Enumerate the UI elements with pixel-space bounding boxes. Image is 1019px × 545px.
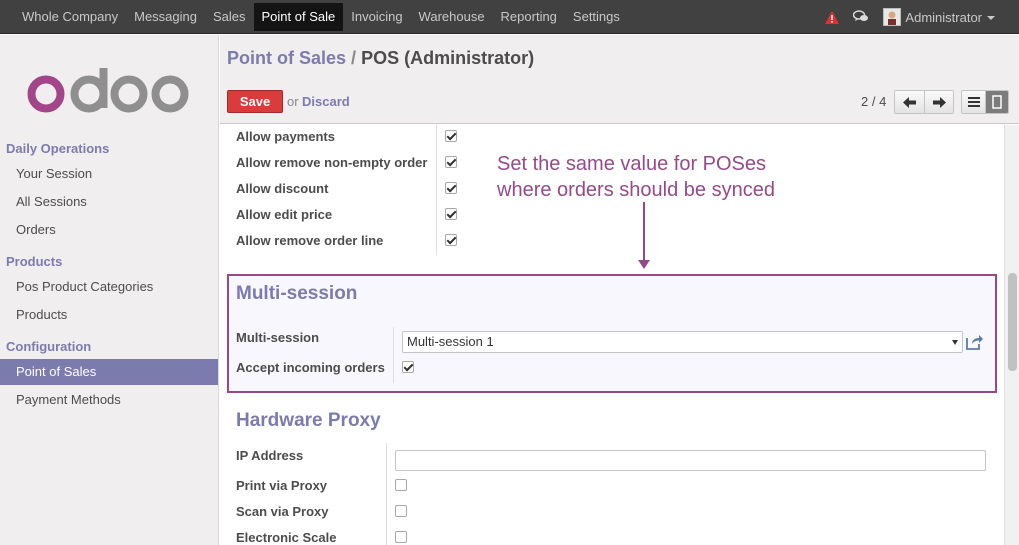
external-link-icon[interactable] <box>966 334 984 350</box>
menu-whole-company[interactable]: Whole Company <box>14 3 126 31</box>
allow-payments-checkbox[interactable] <box>445 130 457 142</box>
breadcrumb: Point of Sales / POS (Administrator) <box>227 48 534 69</box>
menu-invoicing[interactable]: Invoicing <box>343 3 410 31</box>
accept-incoming-orders-label: Accept incoming orders <box>236 360 385 375</box>
sidebar-item-orders[interactable]: Orders <box>0 217 218 243</box>
allow-remove-order-line-checkbox[interactable] <box>445 234 457 246</box>
annotation-arrow-head <box>638 260 650 269</box>
allow-discount-checkbox[interactable] <box>445 182 457 194</box>
odoo-logo[interactable] <box>24 68 192 114</box>
avatar[interactable] <box>883 8 902 26</box>
breadcrumb-separator: / <box>351 48 357 68</box>
form-sheet: Allow payments Allow remove non-empty or… <box>220 125 1004 545</box>
user-name[interactable]: Administrator <box>905 10 982 25</box>
scan-via-proxy-checkbox[interactable] <box>395 505 407 517</box>
electronic-scale-checkbox[interactable] <box>395 531 407 543</box>
ip-address-input[interactable] <box>395 450 986 471</box>
warning-icon[interactable] <box>825 10 840 24</box>
form-view-button[interactable] <box>985 91 1008 113</box>
label-divider <box>436 125 437 255</box>
allow-payments-label: Allow payments <box>236 129 335 144</box>
electronic-scale-label: Electronic Scale <box>236 530 337 545</box>
sidebar-section-configuration: Configuration <box>6 339 92 354</box>
top-menu: Whole Company Messaging Sales Point of S… <box>14 3 628 31</box>
sidebar-item-payment-methods[interactable]: Payment Methods <box>0 387 218 413</box>
allow-edit-price-label: Allow edit price <box>236 207 333 222</box>
user-area: Administrator <box>825 0 1019 34</box>
save-button[interactable]: Save <box>227 90 283 113</box>
sidebar-item-point-of-sales[interactable]: Point of Sales <box>0 359 218 385</box>
multi-session-label: Multi-session <box>236 330 320 345</box>
breadcrumb-current: POS (Administrator) <box>361 48 535 68</box>
annotation-arrow-line <box>643 202 645 262</box>
allow-edit-price-checkbox[interactable] <box>445 208 457 220</box>
scan-via-proxy-label: Scan via Proxy <box>236 504 329 519</box>
sidebar-section-products: Products <box>6 254 63 269</box>
form-icon <box>992 95 1002 109</box>
dropdown-caret-icon <box>952 340 958 345</box>
view-switcher <box>961 90 1009 114</box>
menu-sales[interactable]: Sales <box>205 3 254 31</box>
annotation-line-2: where orders should be synced <box>497 179 775 201</box>
control-panel: Point of Sales / POS (Administrator) Sav… <box>220 35 1019 124</box>
allow-remove-nonempty-order-checkbox[interactable] <box>445 156 457 168</box>
top-navbar: Whole Company Messaging Sales Point of S… <box>0 0 1019 34</box>
sidebar-item-pos-product-categories[interactable]: Pos Product Categories <box>0 274 218 300</box>
sidebar-section-daily-operations: Daily Operations <box>6 141 110 156</box>
chat-icon[interactable] <box>853 10 869 24</box>
accept-incoming-orders-checkbox[interactable] <box>402 361 414 373</box>
pager-buttons <box>894 90 954 114</box>
discard-button[interactable]: Discard <box>302 94 350 109</box>
allow-remove-order-line-label: Allow remove order line <box>236 233 384 248</box>
multi-session-select[interactable]: Multi-session 1 <box>402 331 963 353</box>
annotation-line-1: Set the same value for POSes <box>497 153 767 175</box>
multi-session-value: Multi-session 1 <box>407 334 494 349</box>
sidebar-item-all-sessions[interactable]: All Sessions <box>0 189 218 215</box>
label-divider <box>386 443 387 545</box>
print-via-proxy-checkbox[interactable] <box>395 479 407 491</box>
hardware-proxy-title: Hardware Proxy <box>236 410 381 431</box>
arrow-right-icon <box>932 96 946 108</box>
menu-point-of-sale[interactable]: Point of Sale <box>253 3 344 31</box>
print-via-proxy-label: Print via Proxy <box>236 478 328 493</box>
next-record-button[interactable] <box>924 91 953 113</box>
arrow-left-icon <box>903 96 916 108</box>
ip-address-label: IP Address <box>236 448 304 463</box>
breadcrumb-parent[interactable]: Point of Sales <box>227 48 346 68</box>
multi-session-title: Multi-session <box>236 283 358 304</box>
list-icon <box>967 97 980 107</box>
form-scrollbar[interactable] <box>1004 125 1019 545</box>
menu-warehouse[interactable]: Warehouse <box>411 3 493 31</box>
allow-remove-nonempty-order-label: Allow remove non-empty order <box>236 155 428 170</box>
menu-messaging[interactable]: Messaging <box>126 3 205 31</box>
caret-down-icon[interactable] <box>987 16 995 20</box>
or-text: or <box>287 94 299 109</box>
previous-record-button[interactable] <box>895 91 924 113</box>
menu-settings[interactable]: Settings <box>565 3 628 31</box>
label-divider <box>393 327 394 383</box>
scrollbar-thumb[interactable] <box>1008 273 1017 371</box>
sidebar-item-products[interactable]: Products <box>0 302 218 328</box>
pager-value: 2 / 4 <box>861 94 887 109</box>
menu-reporting[interactable]: Reporting <box>493 3 565 31</box>
list-view-button[interactable] <box>962 91 985 113</box>
annotation-text: Set the same value for POSes where order… <box>497 151 775 203</box>
sidebar: Daily Operations Your Session All Sessio… <box>0 35 219 545</box>
allow-discount-label: Allow discount <box>236 181 329 196</box>
sidebar-item-your-session[interactable]: Your Session <box>0 161 218 187</box>
